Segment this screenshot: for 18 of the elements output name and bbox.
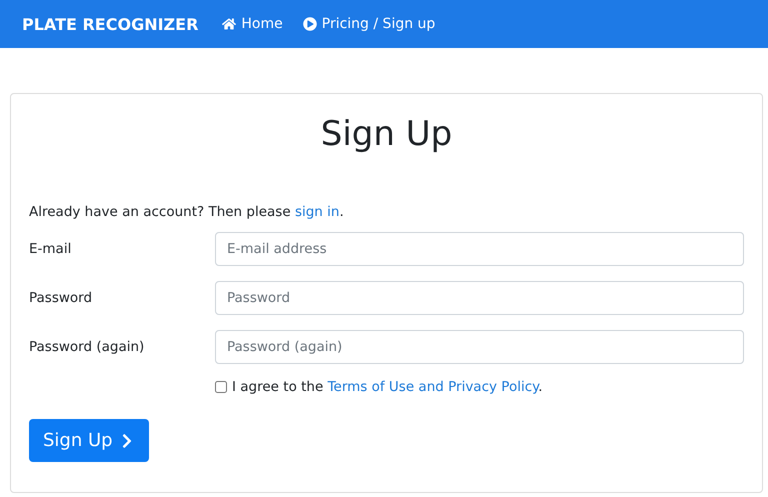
brand-logo[interactable]: PLATE RECOGNIZER [22, 14, 198, 34]
terms-link[interactable]: Terms of Use and Privacy Policy [328, 379, 538, 395]
play-icon [302, 17, 317, 31]
signup-button[interactable]: Sign Up [29, 419, 149, 462]
signin-prompt: Already have an account? Then please sign in. [29, 204, 345, 220]
signin-link[interactable]: sign in [294, 204, 340, 220]
input-field[interactable]: Password (again) [215, 330, 744, 364]
field-label: E-mail [29, 241, 72, 257]
home-icon [222, 17, 236, 31]
agree-label: I agree to the Terms of Use and Privacy Policy. [232, 379, 542, 395]
input-field[interactable]: Password [215, 281, 744, 315]
field-label: Password [29, 290, 94, 306]
field-label: Password (again) [29, 339, 146, 355]
input-field[interactable]: E-mail address [215, 232, 744, 266]
page-title: Sign Up [320, 114, 454, 154]
nav-link[interactable]: Home [222, 16, 283, 32]
agree-checkbox[interactable] [215, 381, 227, 393]
nav-link[interactable]: Pricing / Sign up [302, 16, 436, 32]
